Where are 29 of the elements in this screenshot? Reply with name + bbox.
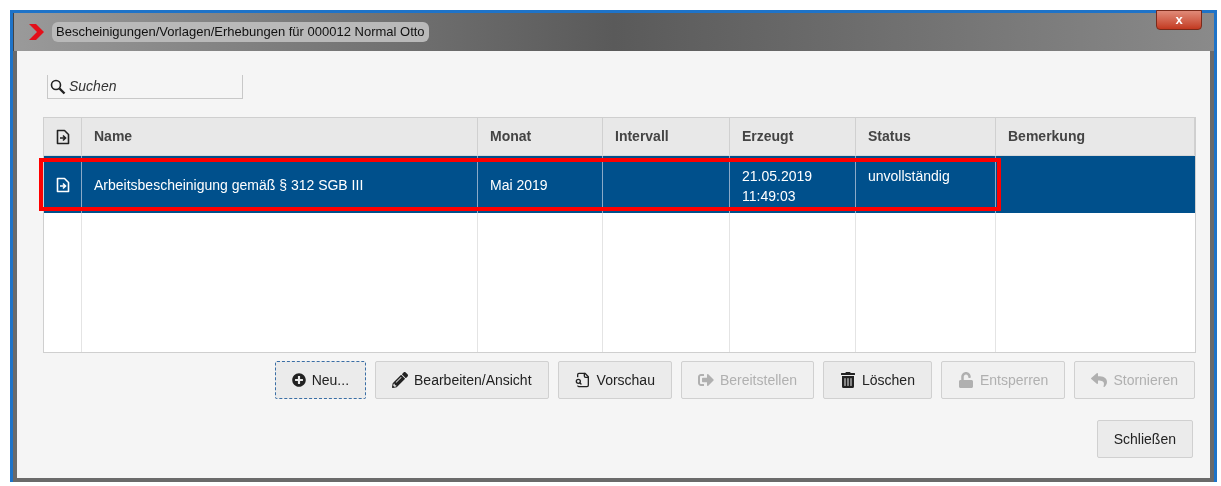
- column-header[interactable]: Bemerkung: [1008, 126, 1086, 147]
- column-header[interactable]: Intervall: [615, 126, 669, 147]
- document-arrow-icon: [55, 128, 70, 145]
- search-box[interactable]: Suchen: [47, 75, 243, 99]
- close-button[interactable]: x: [1156, 10, 1202, 30]
- toolbar-button[interactable]: Vorschau: [557, 361, 672, 399]
- toolbar-button[interactable]: Löschen: [823, 361, 932, 399]
- toolbar-button[interactable]: Bearbeiten/Ansicht: [375, 361, 549, 399]
- document-arrow-icon: [55, 176, 70, 193]
- table-cell-text: Mai 2019: [490, 175, 548, 195]
- reply-arrow-icon: [1091, 372, 1108, 388]
- table-cell-text: 21.05.2019 11:49:03: [742, 167, 813, 206]
- pencil-icon: [392, 372, 409, 388]
- search-field[interactable]: Suchen: [69, 76, 229, 97]
- trash-icon: [840, 372, 856, 388]
- arrow-out-icon: [697, 372, 714, 388]
- table-cell-text: unvollständig: [868, 167, 950, 186]
- search-icon: [50, 78, 66, 95]
- close-dialog-button[interactable]: Schließen: [1096, 420, 1193, 458]
- column-header[interactable]: Erzeugt: [742, 126, 794, 147]
- window-title: Bescheinigungen/Vorlagen/Erhebungen für 000012 Normal Otto: [52, 22, 429, 42]
- logo-icon: [28, 23, 46, 41]
- toolbar-button[interactable]: Neu...: [274, 361, 367, 399]
- column-header[interactable]: Name: [94, 126, 133, 147]
- table-cell-text: Arbeitsbescheinigung gemäß § 312 SGB III: [94, 175, 364, 195]
- document-search-icon: [574, 372, 591, 388]
- column-header[interactable]: Status: [868, 126, 911, 147]
- unlocked-padlock-icon: [957, 372, 974, 388]
- column-header[interactable]: Monat: [490, 126, 532, 147]
